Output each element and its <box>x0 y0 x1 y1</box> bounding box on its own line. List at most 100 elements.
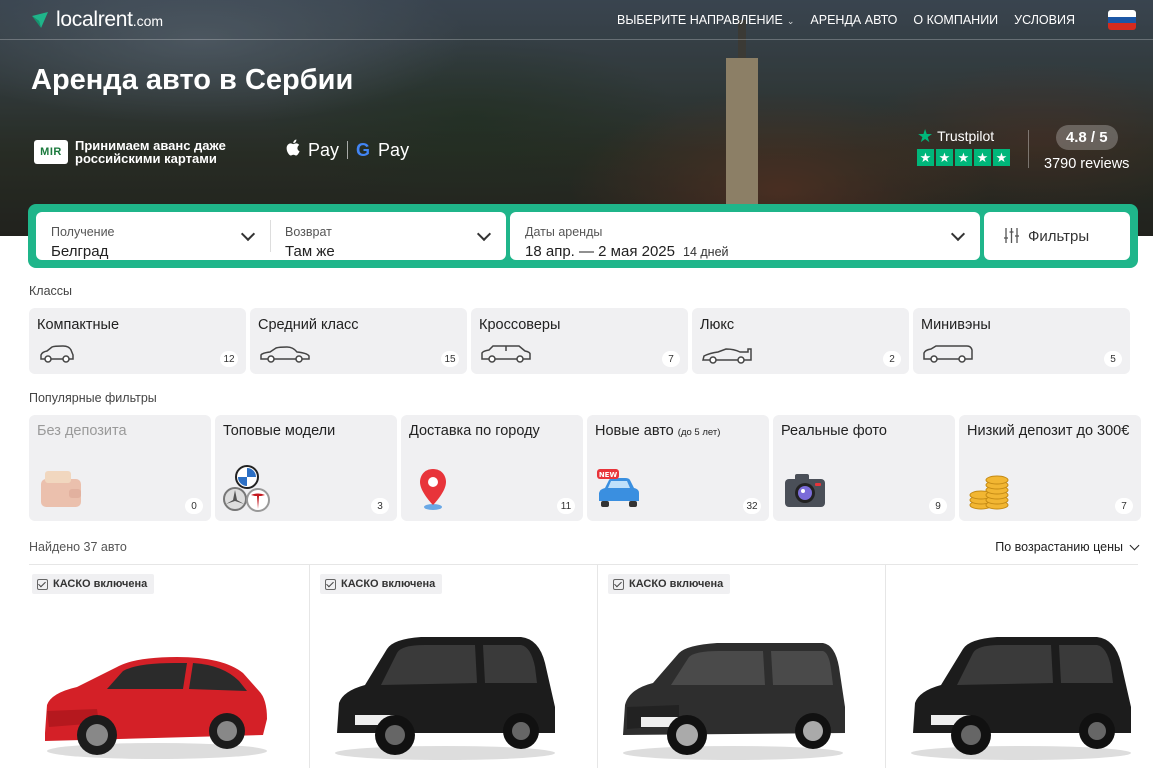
sedan-car-icon <box>260 346 310 363</box>
filter-name: Без депозита <box>37 423 127 439</box>
casco-badge: КАСКО включена <box>608 574 731 594</box>
sliders-icon <box>1004 228 1019 243</box>
class-minivan[interactable]: Минивэны 5 <box>913 308 1130 374</box>
site-logo[interactable]: localrent.com <box>30 8 163 32</box>
class-crossover[interactable]: Кроссоверы 7 <box>471 308 688 374</box>
dates-field[interactable]: Даты аренды 18 апр. — 2 мая 2025 14 дней <box>510 212 980 260</box>
return-label: Возврат <box>285 225 332 239</box>
filter-count: 11 <box>557 498 575 514</box>
pickup-label: Получение <box>51 225 115 239</box>
chevron-down-icon <box>240 226 256 242</box>
rental-days: 14 дней <box>683 245 729 259</box>
mir-payment-notice: MIR Принимаем аванс даже российскими кар… <box>34 139 245 165</box>
class-name: Минивэны <box>921 317 991 333</box>
logo-mark-icon <box>32 12 48 28</box>
sort-label: По возрастанию цены <box>995 540 1123 554</box>
class-count: 12 <box>220 351 238 367</box>
filter-name-note: (до 5 лет) <box>677 427 721 438</box>
search-bar: Получение Белград Возврат Там же Даты ар… <box>28 204 1138 268</box>
google-g-icon: G <box>356 139 371 160</box>
star-icon: ★ <box>936 149 953 166</box>
filter-city-delivery[interactable]: Доставка по городу 11 <box>401 415 583 521</box>
rating-score: 4.8 / 5 <box>1055 125 1118 150</box>
car-card[interactable]: КАСКО включена <box>598 565 886 768</box>
filter-count: 9 <box>929 498 947 514</box>
filter-count: 32 <box>743 498 761 514</box>
mir-logo-icon: MIR <box>34 140 68 164</box>
class-count: 5 <box>1104 351 1122 367</box>
new-car-icon: NEW <box>597 469 639 507</box>
filter-name-text: Новые авто <box>595 423 674 439</box>
filter-real-photos[interactable]: Реальные фото 9 <box>773 415 955 521</box>
casco-badge: КАСКО включена <box>320 574 443 594</box>
ru-flag-icon[interactable] <box>1108 10 1136 30</box>
casco-label: КАСКО включена <box>53 578 148 590</box>
nav-about[interactable]: О КОМПАНИИ <box>913 13 998 27</box>
class-midsize[interactable]: Средний класс 15 <box>250 308 467 374</box>
rating-divider <box>1028 130 1029 168</box>
sort-dropdown[interactable]: По возрастанию цены <box>995 540 1140 554</box>
filter-name: Доставка по городу <box>409 423 540 439</box>
nav-car-rental[interactable]: АРЕНДА АВТО <box>810 13 897 27</box>
filter-low-deposit[interactable]: Низкий депозит до 300€ 7 <box>959 415 1141 521</box>
check-icon <box>613 578 624 590</box>
filter-name: Новые авто (до 5 лет) <box>595 423 760 441</box>
car-card[interactable]: КАСКО включена <box>310 565 598 768</box>
chevron-down-icon: ⌄ <box>786 16 795 26</box>
trustpilot-widget[interactable]: ★ Trustpilot ★ ★ ★ ★ ★ <box>917 126 1010 166</box>
nav-terms[interactable]: УСЛОВИЯ <box>1014 13 1075 27</box>
results-count: Найдено 37 авто <box>29 540 127 554</box>
check-icon <box>325 578 336 590</box>
dates-value-row: 18 апр. — 2 мая 2025 14 дней <box>525 243 729 260</box>
car-image-red-hatchback <box>45 657 267 759</box>
filter-no-deposit[interactable]: Без депозита 0 <box>29 415 211 521</box>
apple-icon <box>286 139 300 161</box>
camera-icon <box>785 474 825 507</box>
car-list: КАСКО включена КАСКО включена КАСКО вклю… <box>22 565 1153 768</box>
compact-car-icon <box>40 345 74 363</box>
filter-name: Низкий депозит до 300€ <box>967 423 1130 439</box>
popular-filters-list: Без депозита 0 Топовые модели 3 Доставка… <box>29 415 1141 521</box>
svg-text:NEW: NEW <box>599 471 618 479</box>
reviews-count: 3790 reviews <box>1044 156 1130 172</box>
main-nav: ВЫБЕРИТЕ НАПРАВЛЕНИЕ ⌄ АРЕНДА АВТО О КОМП… <box>617 13 1075 27</box>
chevron-down-icon <box>476 226 492 242</box>
filter-count: 3 <box>371 498 389 514</box>
star-icon: ★ <box>955 149 972 166</box>
casco-badge: КАСКО включена <box>32 574 155 594</box>
classes-label: Классы <box>29 284 73 298</box>
filter-new-cars[interactable]: Новые авто (до 5 лет) NEW 32 <box>587 415 769 521</box>
return-field[interactable]: Возврат Там же <box>270 212 506 260</box>
filters-label: Фильтры <box>1028 228 1090 245</box>
filters-button[interactable]: Фильтры <box>984 212 1130 260</box>
suv-car-icon <box>481 345 531 363</box>
church-tower-image <box>722 20 762 210</box>
nav-destination-label: ВЫБЕРИТЕ НАПРАВЛЕНИЕ <box>617 13 783 27</box>
payment-separator <box>347 141 349 159</box>
classes-list: Компактные 12 Средний класс 15 Кроссовер… <box>29 308 1130 374</box>
chevron-down-icon <box>1129 540 1140 550</box>
class-luxury[interactable]: Люкс 2 <box>692 308 909 374</box>
car-card[interactable] <box>886 565 1153 768</box>
page-title: Аренда авто в Сербии <box>31 64 354 96</box>
filter-name: Реальные фото <box>781 423 887 439</box>
class-count: 7 <box>662 351 680 367</box>
class-compact[interactable]: Компактные 12 <box>29 308 246 374</box>
filter-top-models[interactable]: Топовые модели 3 <box>215 415 397 521</box>
class-name: Люкс <box>700 317 735 333</box>
map-pin-icon <box>420 469 446 510</box>
pickup-field[interactable]: Получение Белград <box>36 212 270 260</box>
star-icon: ★ <box>917 149 934 166</box>
mir-text: Принимаем аванс даже российскими картами <box>75 138 226 166</box>
car-card[interactable]: КАСКО включена <box>22 565 310 768</box>
car-image-black-panda <box>911 637 1131 760</box>
wallet-icon <box>41 471 81 507</box>
rating-block[interactable]: 4.8 / 5 3790 reviews <box>1044 125 1129 172</box>
nav-destination[interactable]: ВЫБЕРИТЕ НАПРАВЛЕНИЕ ⌄ <box>617 13 794 27</box>
coins-icon <box>969 475 1009 510</box>
trustpilot-label: Trustpilot <box>937 128 995 144</box>
class-count: 2 <box>883 351 901 367</box>
apple-pay-label: Pay <box>308 139 340 160</box>
top-header: localrent.com ВЫБЕРИТЕ НАПРАВЛЕНИЕ ⌄ АРЕН… <box>0 0 1153 40</box>
trustpilot-star-icon: ★ <box>917 126 934 146</box>
